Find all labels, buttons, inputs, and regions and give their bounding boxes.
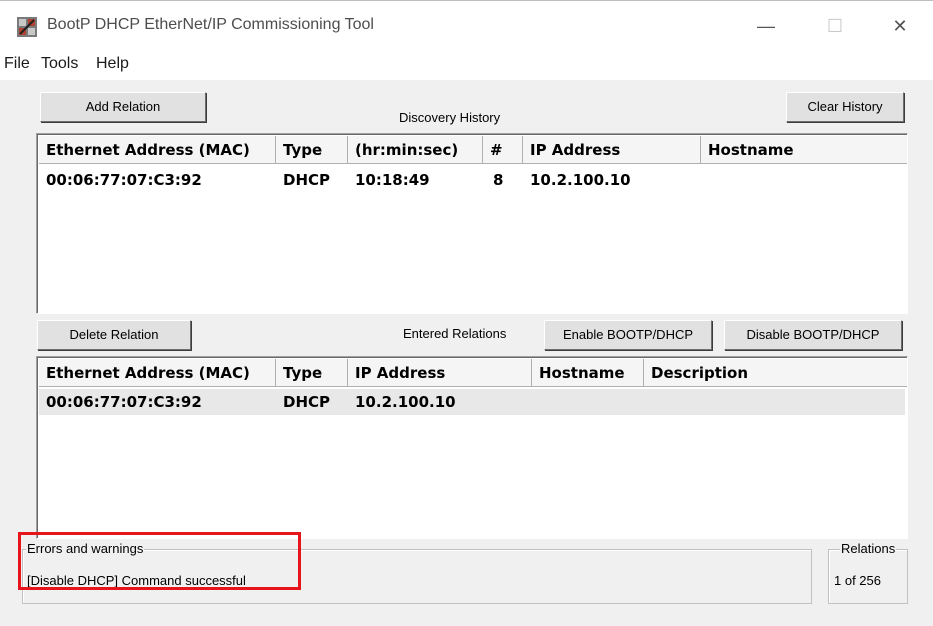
col-hostname[interactable]: Hostname [532,359,644,387]
cell-hostname [701,167,708,193]
col-ip-address[interactable]: IP Address [523,136,701,164]
cell-description [644,389,651,415]
cell-time: 10:18:49 [355,171,430,189]
cell-type: DHCP [283,393,331,411]
discovery-history-label: Discovery History [399,110,501,125]
cell-ip-address: 10.2.100.10 [530,171,631,189]
cell-ip-address: 10.2.100.10 [355,393,456,411]
cell-count: 8 [493,171,504,189]
cell-mac: 00:06:77:07:C3:92 [46,171,202,189]
entered-relations-list[interactable]: Ethernet Address (MAC) Type IP Address H… [36,356,908,539]
discovery-history-list[interactable]: Ethernet Address (MAC) Type (hr:min:sec)… [36,133,908,314]
relations-title: Relations [840,541,897,556]
menu-tools[interactable]: Tools [41,55,78,73]
menu-help[interactable]: Help [96,55,129,73]
col-description[interactable]: Description [644,359,907,387]
col-mac[interactable]: Ethernet Address (MAC) [39,359,276,387]
table-row[interactable]: 00:06:77:07:C3:92 DHCP 10.2.100.10 [39,389,905,415]
close-icon[interactable]: ✕ [886,14,914,38]
col-type[interactable]: Type [276,136,348,164]
col-hostname[interactable]: Hostname [701,136,907,164]
menu-file[interactable]: File [4,55,30,73]
col-time[interactable]: (hr:min:sec) [348,136,483,164]
cell-hostname [532,389,539,415]
col-ip-address[interactable]: IP Address [348,359,532,387]
add-relation-button[interactable]: Add Relation [40,92,206,122]
title-bar: BootP DHCP EtherNet/IP Commissioning Too… [0,0,933,49]
client-area: Add Relation Discovery History Clear His… [0,80,933,626]
entered-relations-label: Entered Relations [403,326,507,341]
highlight-box [18,532,301,590]
app-window: BootP DHCP EtherNet/IP Commissioning Too… [0,0,933,626]
discovery-history-header: Ethernet Address (MAC) Type (hr:min:sec)… [39,136,907,164]
entered-relations-header: Ethernet Address (MAC) Type IP Address H… [39,359,907,387]
delete-relation-button[interactable]: Delete Relation [37,320,191,350]
col-count[interactable]: # [483,136,523,164]
cell-type: DHCP [283,171,331,189]
table-row[interactable]: 00:06:77:07:C3:92 DHCP 10:18:49 8 10.2.1… [39,167,905,193]
col-mac[interactable]: Ethernet Address (MAC) [39,136,276,164]
disable-bootp-button[interactable]: Disable BOOTP/DHCP [724,320,902,350]
maximize-icon[interactable]: ☐ [821,14,849,38]
clear-history-button[interactable]: Clear History [786,92,904,122]
cell-mac: 00:06:77:07:C3:92 [46,393,202,411]
col-type[interactable]: Type [276,359,348,387]
window-title: BootP DHCP EtherNet/IP Commissioning Too… [47,16,374,33]
minimize-icon[interactable]: — [752,14,780,38]
relations-count: 1 of 256 [834,573,881,588]
enable-bootp-button[interactable]: Enable BOOTP/DHCP [544,320,712,350]
app-icon [17,17,37,37]
